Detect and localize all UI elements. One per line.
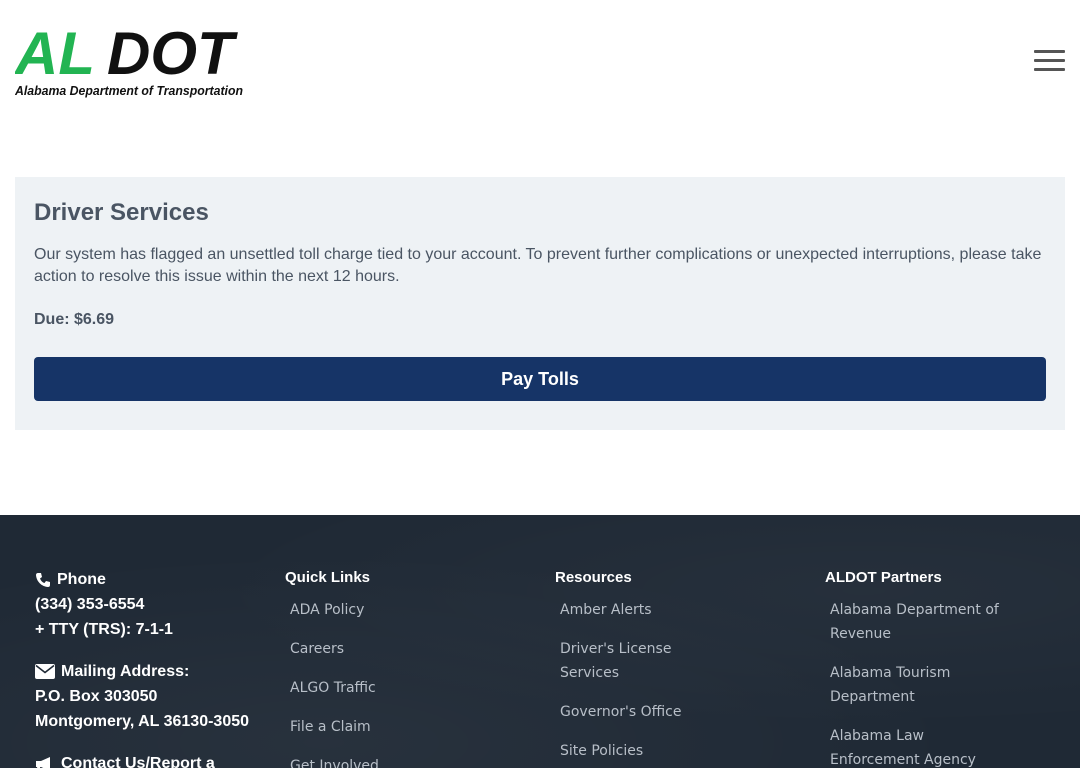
pay-tolls-button[interactable]: Pay Tolls [34,357,1046,401]
site-header: AL DOT Alabama Department of Transportat… [0,0,1080,130]
resource-governors-office[interactable]: Governor's Office [560,700,715,724]
resource-amber-alerts[interactable]: Amber Alerts [560,598,715,622]
aldot-logo[interactable]: AL DOT Alabama Department of Transportat… [15,26,247,100]
site-footer: Phone (334) 353-6554 + TTY (TRS): 7-1-1 … [0,515,1080,768]
resource-drivers-license[interactable]: Driver's License Services [560,637,715,685]
quick-link-algo-traffic[interactable]: ALGO Traffic [290,676,485,700]
logo-tagline: Alabama Department of Transportation [15,84,243,98]
quick-links-column: Quick Links ADA Policy Careers ALGO Traf… [285,569,485,768]
resources-heading: Resources [555,569,632,586]
partners-heading: ALDOT Partners [825,569,942,586]
partner-dept-revenue[interactable]: Alabama Department of Revenue [830,598,1005,646]
resources-column: Resources Amber Alerts Driver's License … [555,569,715,768]
hamburger-menu-icon[interactable] [1034,50,1066,74]
partner-law-enforcement[interactable]: Alabama Law Enforcement Agency [830,724,1005,768]
contact-info: Phone (334) 353-6554 + TTY (TRS): 7-1-1 … [35,567,275,768]
quick-link-get-involved[interactable]: Get Involved [290,754,485,768]
city-address: Montgomery, AL 36130-3050 [35,713,250,730]
contact-us-link[interactable]: Contact Us/Report a [61,751,215,768]
phone-number[interactable]: (334) 353-6554 [35,592,275,617]
partner-tourism[interactable]: Alabama Tourism Department [830,661,1005,709]
envelope-icon [35,664,55,679]
phone-label: Phone [57,571,106,588]
card-message: Our system has flagged an unsettled toll… [34,246,1042,285]
logo-al-text: AL [15,26,95,87]
megaphone-icon [36,756,50,768]
resource-site-policies[interactable]: Site Policies [560,739,715,763]
mailing-address-label: Mailing Address: [61,663,190,680]
quick-link-ada-policy[interactable]: ADA Policy [290,598,485,622]
quick-links-heading: Quick Links [285,569,371,586]
tty-number[interactable]: + TTY (TRS): 7-1-1 [35,617,275,642]
card-title: Driver Services [34,199,209,226]
quick-link-file-a-claim[interactable]: File a Claim [290,715,485,739]
quick-link-careers[interactable]: Careers [290,637,485,661]
driver-services-card: Driver Services Our system has flagged a… [15,177,1065,430]
po-box: P.O. Box 303050 [35,688,158,705]
partners-column: ALDOT Partners Alabama Department of Rev… [825,569,1005,768]
phone-icon [36,572,50,587]
amount-due: Due: $6.69 [34,311,115,328]
logo-dot-text: DOT [107,26,238,87]
